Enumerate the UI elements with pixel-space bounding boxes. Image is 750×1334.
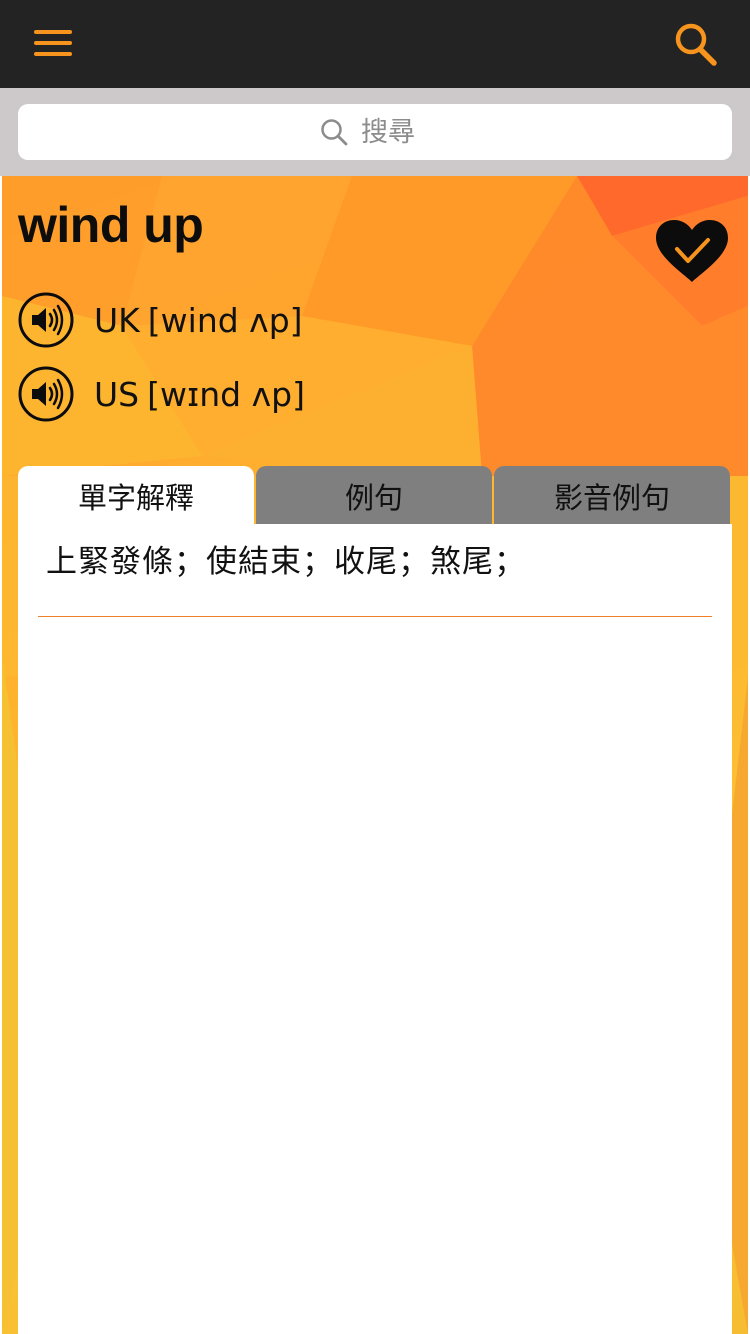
search-icon xyxy=(675,23,717,66)
hamburger-menu-icon-bar xyxy=(34,41,72,45)
pronunciation-ipa: [wɪnd ʌp] xyxy=(147,374,305,414)
definition-panel: 上緊發條；使結束；收尾；煞尾； xyxy=(18,524,732,1334)
search-button[interactable] xyxy=(668,18,724,70)
word-title: wind up xyxy=(18,197,204,253)
content-tabs: 單字解釋 例句 影音例句 xyxy=(18,466,732,526)
search-icon xyxy=(321,119,348,146)
definition-text: 上緊發條；使結束；收尾；煞尾； xyxy=(46,544,526,580)
word-header-area: wind up UK [wind ʌp] US [wɪnd ʌp] 單字解釋 例… xyxy=(2,176,748,1334)
tab-definition[interactable]: 單字解釋 xyxy=(18,466,254,526)
search-bar-container xyxy=(0,88,750,176)
pronunciation-uk: UK [wind ʌp] xyxy=(18,290,303,350)
pronunciation-us: US [wɪnd ʌp] xyxy=(18,364,305,424)
search-box[interactable] xyxy=(18,104,732,160)
hamburger-menu-icon-bar xyxy=(34,52,72,56)
favorite-button[interactable] xyxy=(650,216,734,286)
pronunciation-ipa: [wind ʌp] xyxy=(147,300,303,340)
menu-button[interactable] xyxy=(24,22,82,66)
top-nav-bar xyxy=(0,0,750,88)
tab-examples[interactable]: 例句 xyxy=(256,466,492,526)
divider xyxy=(38,616,712,617)
pronunciation-region: US xyxy=(94,374,140,414)
hamburger-menu-icon xyxy=(34,30,72,34)
speaker-icon[interactable] xyxy=(18,292,74,348)
tab-video-examples[interactable]: 影音例句 xyxy=(494,466,730,526)
search-input[interactable] xyxy=(361,116,431,148)
pronunciation-region: UK xyxy=(94,300,140,340)
heart-check-icon xyxy=(656,220,728,282)
speaker-icon[interactable] xyxy=(18,366,74,422)
